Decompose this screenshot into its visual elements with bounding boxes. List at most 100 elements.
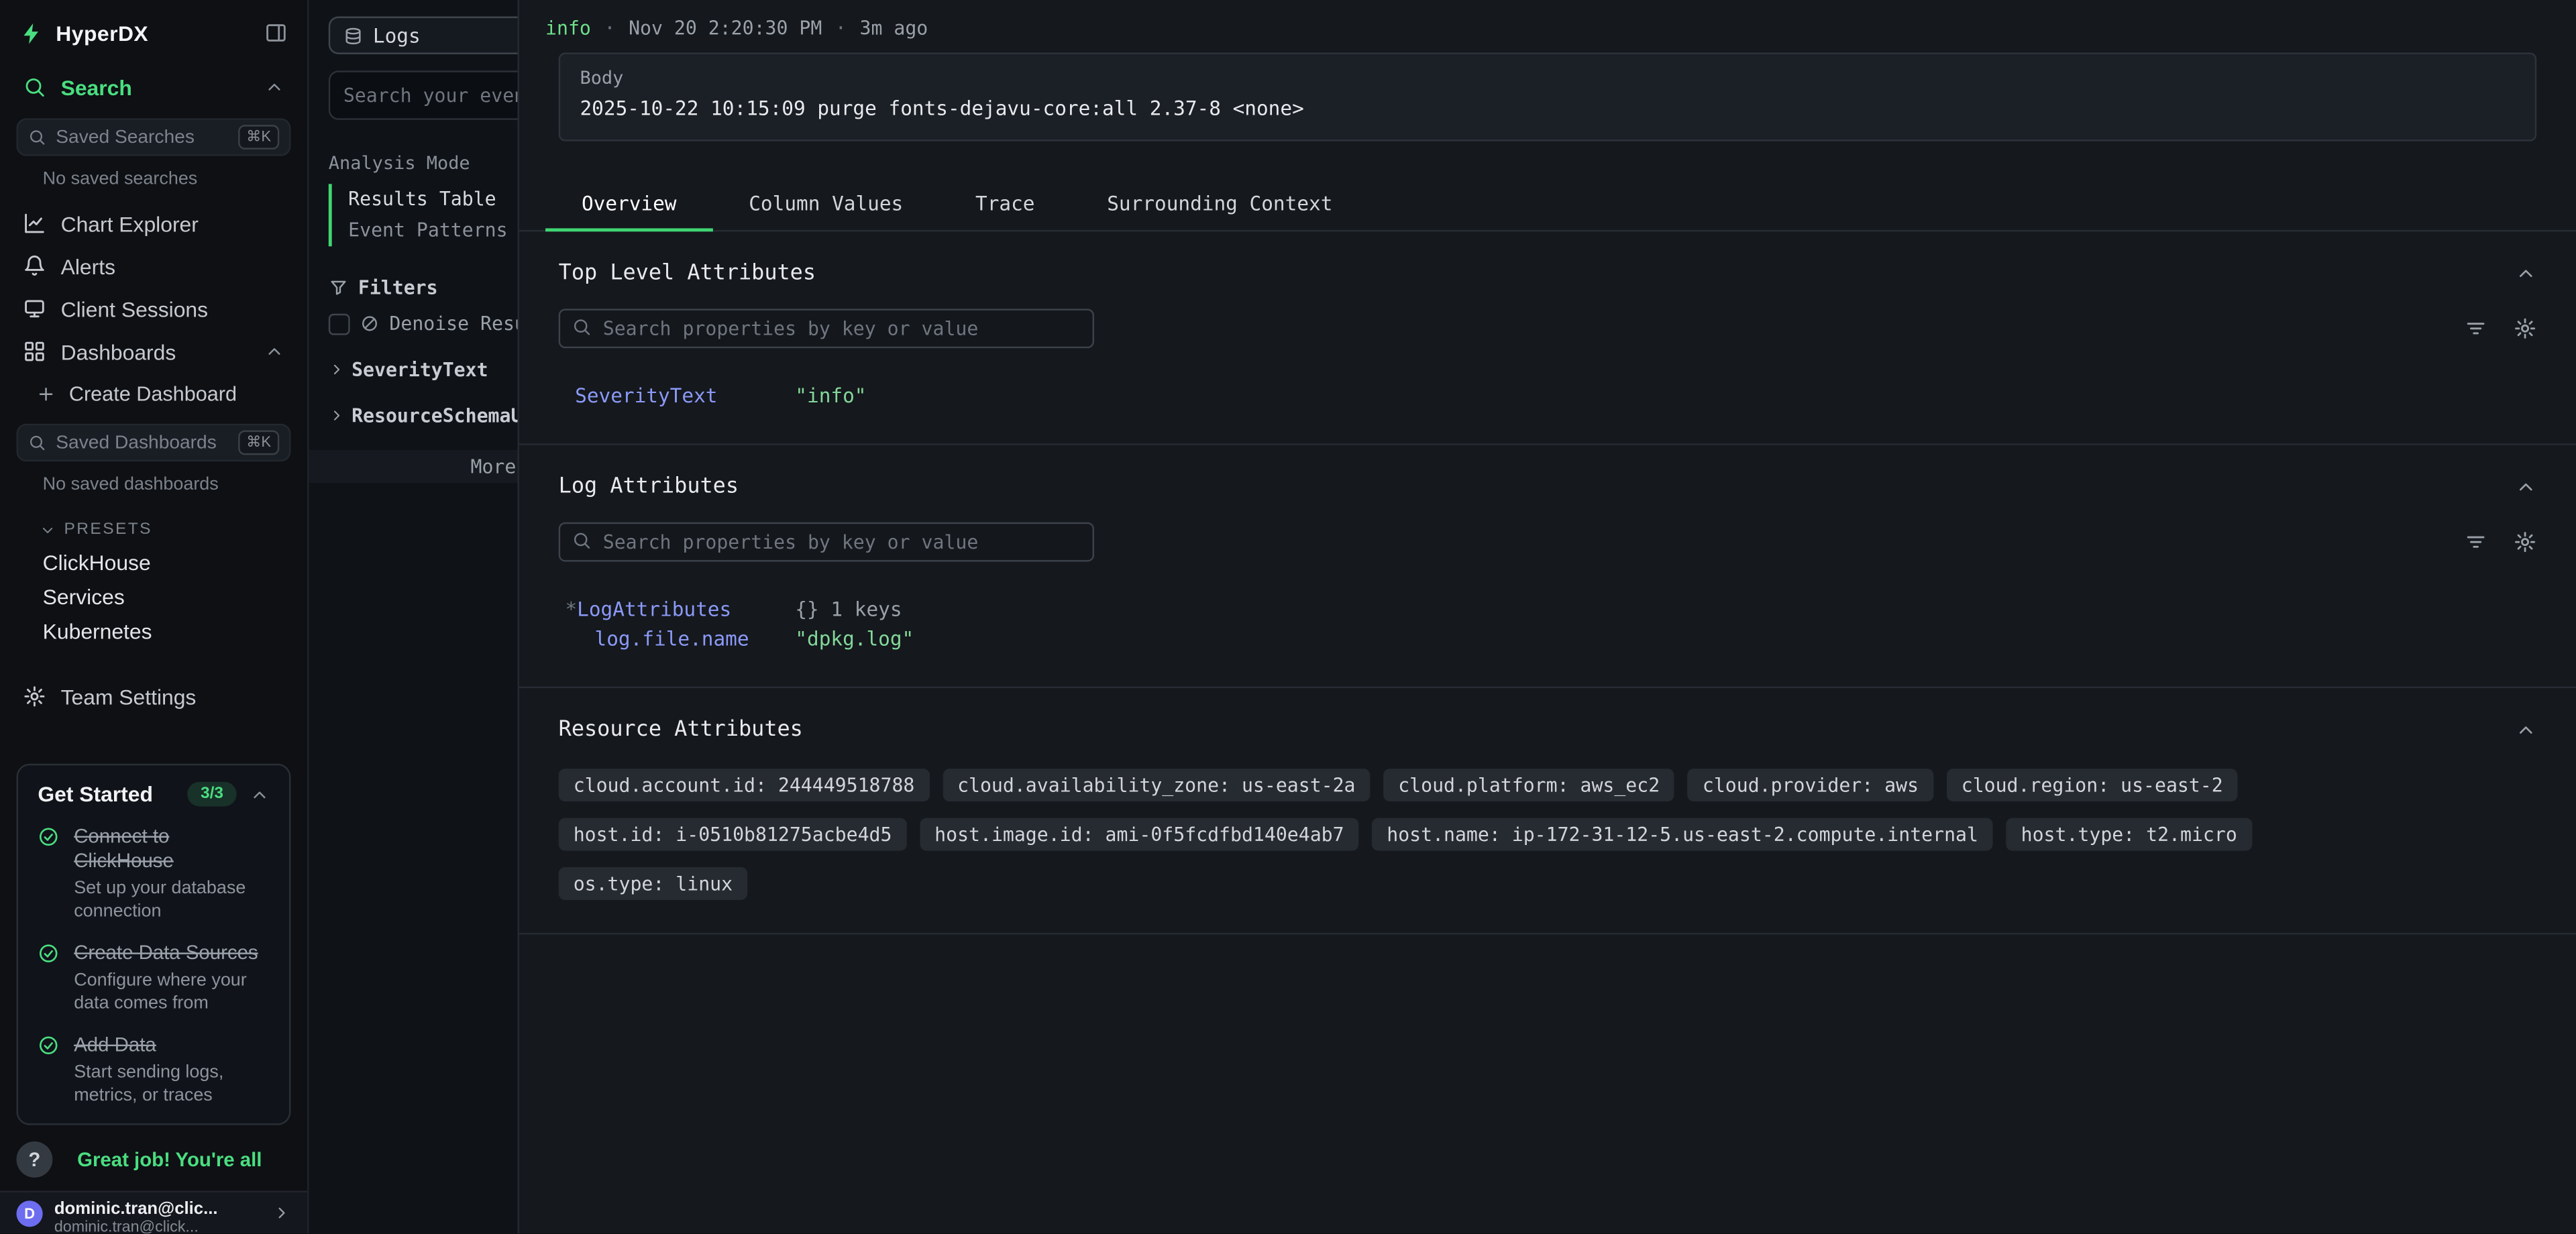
detail-tabs: Overview Column Values Trace Surrounding… (519, 177, 2576, 231)
help-button[interactable]: ? (16, 1142, 52, 1178)
step-title: Create Data Sources (74, 942, 269, 966)
saved-dashboards-placeholder: Saved Dashboards (56, 433, 228, 452)
property-search-input[interactable] (559, 522, 1094, 562)
saved-searches-input[interactable]: Saved Searches ⌘K (16, 118, 290, 156)
saved-dashboards-input[interactable]: Saved Dashboards ⌘K (16, 424, 290, 461)
attribute-key[interactable]: log.file.name (559, 628, 749, 651)
get-started-step-add-data[interactable]: Add Data Start sending logs, metrics, or… (38, 1033, 269, 1107)
attribute-key[interactable]: SeverityText (559, 384, 718, 407)
database-icon (343, 25, 363, 45)
attribute-key[interactable]: LogAttributes (577, 598, 731, 620)
presets-section-toggle[interactable]: PRESETS (0, 508, 307, 545)
sidebar-item-dashboards[interactable]: Dashboards (0, 330, 307, 373)
search-icon (28, 128, 46, 146)
filter-group-resourceschemaurl[interactable]: ResourceSchemaUrl (329, 404, 518, 427)
collapse-sidebar-icon[interactable] (264, 21, 287, 44)
denoise-results-toggle[interactable]: Denoise Results (329, 312, 518, 335)
attribute-value[interactable]: "info" (795, 381, 866, 410)
gear-icon[interactable] (2514, 530, 2536, 553)
grid-icon (23, 340, 46, 363)
shortcut-badge: ⌘K (238, 125, 279, 150)
filter-group-severitytext[interactable]: SeverityText (329, 358, 518, 381)
sidebar-item-client-sessions[interactable]: Client Sessions (0, 288, 307, 331)
sidebar-item-chart-explorer[interactable]: Chart Explorer (0, 202, 307, 245)
attribute-value[interactable]: "dpkg.log" (795, 624, 914, 654)
tab-surrounding-context[interactable]: Surrounding Context (1071, 177, 1368, 231)
mode-results-table[interactable]: Results Table (332, 184, 518, 215)
chevron-up-icon[interactable] (250, 785, 269, 804)
resource-pill[interactable]: cloud.platform: aws_ec2 (1383, 769, 1674, 801)
chevron-up-icon[interactable] (2515, 263, 2536, 284)
mode-event-patterns[interactable]: Event Patterns (332, 215, 518, 247)
resource-pill[interactable]: host.image.id: ami-0f5fcdfbd140e4ab7 (920, 818, 1358, 851)
presets-label: PRESETS (64, 520, 152, 539)
gear-icon[interactable] (2514, 317, 2536, 340)
filter-rows-icon[interactable] (2464, 530, 2487, 553)
resource-pill[interactable]: os.type: linux (559, 867, 747, 900)
user-email: dominic.tran@click... (54, 1219, 262, 1234)
resource-pill[interactable]: cloud.region: us-east-2 (1947, 769, 2238, 801)
monitor-icon (23, 297, 46, 320)
chevron-up-icon[interactable] (264, 341, 284, 361)
resource-pill[interactable]: cloud.availability_zone: us-east-2a (943, 769, 1371, 801)
property-search-input[interactable] (559, 308, 1094, 348)
log-body-card: Body 2025-10-22 10:15:09 purge fonts-dej… (559, 52, 2537, 141)
log-detail-header: info · Nov 20 2:20:30 PM · 3m ago (519, 0, 2576, 49)
search-icon (572, 530, 591, 550)
step-title: Add Data (74, 1033, 269, 1058)
source-selector-label: Logs (373, 24, 421, 47)
detail-empty-area (519, 934, 2576, 1233)
get-started-step-sources[interactable]: Create Data Sources Configure where your… (38, 942, 269, 1015)
source-selector[interactable]: Logs (329, 16, 518, 54)
filter-rows-icon[interactable] (2464, 317, 2487, 340)
search-filters-panel: Logs Analysis Mode Results Table Event P… (307, 0, 517, 1234)
bell-icon (23, 255, 46, 278)
log-timestamp: Nov 20 2:20:30 PM (629, 16, 822, 39)
resource-pill[interactable]: cloud.provider: aws (1688, 769, 1933, 801)
sidebar-item-alerts[interactable]: Alerts (0, 245, 307, 288)
expand-marker[interactable]: * (565, 598, 577, 620)
check-circle-icon (38, 943, 59, 964)
chevron-up-icon[interactable] (2515, 720, 2536, 741)
denoise-checkbox[interactable] (329, 313, 350, 335)
event-search-input[interactable] (329, 70, 518, 119)
user-account-menu[interactable]: D dominic.tran@clic... dominic.tran@clic… (0, 1191, 307, 1234)
separator: · (835, 16, 847, 39)
attribute-row: log.file.name "dpkg.log" (559, 624, 2537, 654)
severity-badge: info (545, 16, 591, 39)
chevron-up-icon[interactable] (264, 77, 284, 97)
chevron-right-icon (329, 407, 345, 423)
tab-overview[interactable]: Overview (545, 177, 712, 231)
attribute-row: SeverityText "info" (559, 381, 2537, 410)
sidebar-item-label: Team Settings (61, 684, 284, 709)
section-resource-attributes: Resource Attributes cloud.account.id: 24… (519, 688, 2576, 934)
saved-searches-placeholder: Saved Searches (56, 127, 228, 147)
create-dashboard-button[interactable]: Create Dashboard (0, 373, 307, 414)
more-filters-button[interactable]: More filters (309, 450, 517, 483)
resource-pill[interactable]: host.id: i-0510b81275acbe4d5 (559, 818, 907, 851)
chevron-up-icon[interactable] (2515, 476, 2536, 498)
separator: · (604, 16, 615, 39)
sidebar-item-team-settings[interactable]: Team Settings (0, 675, 307, 718)
attribute-tree-root: *LogAttributes {} 1 keys (559, 595, 2537, 624)
body-text: 2025-10-22 10:15:09 purge fonts-dejavu-c… (560, 89, 2535, 139)
get-started-step-connect[interactable]: Connect to ClickHouse Set up your databa… (38, 825, 269, 923)
resource-pill[interactable]: cloud.account.id: 244449518788 (559, 769, 930, 801)
sidebar-item-search[interactable]: Search (0, 66, 307, 109)
preset-item-clickhouse[interactable]: ClickHouse (0, 545, 307, 579)
analysis-mode-label: Analysis Mode (329, 153, 518, 174)
resource-pill[interactable]: host.name: ip-172-31-12-5.us-east-2.comp… (1372, 818, 1993, 851)
shortcut-badge: ⌘K (238, 431, 279, 455)
filter-group-label: ResourceSchemaUrl (352, 404, 517, 427)
resource-pill[interactable]: host.type: t2.micro (2006, 818, 2252, 851)
tab-column-values[interactable]: Column Values (712, 177, 939, 231)
hyperdx-logo-icon (19, 21, 44, 46)
tab-trace[interactable]: Trace (939, 177, 1071, 231)
brand-title: HyperDX (56, 21, 148, 46)
search-icon (23, 76, 46, 99)
preset-item-services[interactable]: Services (0, 579, 307, 614)
sidebar-item-label: Alerts (61, 254, 284, 278)
preset-item-kubernetes[interactable]: Kubernetes (0, 614, 307, 649)
section-title: Log Attributes (559, 475, 2516, 500)
create-dashboard-label: Create Dashboard (69, 382, 237, 404)
